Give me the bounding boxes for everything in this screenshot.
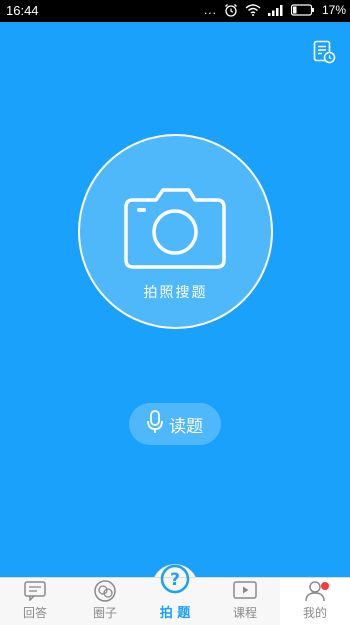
tab-me[interactable]: 我的 (280, 578, 350, 625)
tab-circle[interactable]: 圈子 (70, 578, 140, 625)
battery-icon (290, 4, 315, 16)
tab-me-label: 我的 (302, 606, 327, 620)
alarm-icon (224, 3, 238, 17)
circle-community-icon (93, 580, 117, 602)
signal-icon (267, 4, 284, 16)
battery-percent: 17% (321, 3, 346, 17)
chat-icon (23, 580, 47, 602)
read-question-button[interactable]: 读题 (129, 403, 221, 445)
notification-badge (321, 582, 329, 590)
tab-photo-question[interactable]: ? 拍 题 (140, 564, 210, 625)
question-icon: ? (160, 564, 190, 594)
read-question-label: 读题 (169, 416, 203, 437)
video-play-icon (233, 580, 257, 602)
tab-course[interactable]: 课程 (210, 578, 280, 625)
status-time: 16:44 (6, 3, 39, 18)
tab-circle-label: 圈子 (92, 606, 117, 620)
tab-photo-question-label: 拍 题 (159, 606, 191, 621)
photo-search-button[interactable]: 拍照搜题 (78, 134, 273, 329)
microphone-icon (147, 410, 163, 438)
status-bar: 16:44 ... 17% (0, 0, 350, 22)
history-list-icon[interactable] (312, 40, 336, 64)
svg-text:?: ? (170, 570, 180, 590)
bottom-tab-bar: 回答 圈子 ? 拍 题 课程 我的 (0, 564, 350, 625)
camera-icon (123, 184, 227, 274)
tab-answer[interactable]: 回答 (0, 578, 70, 625)
status-dots: ... (203, 3, 217, 17)
status-icons: ... 17% (204, 3, 346, 17)
wifi-icon (245, 4, 261, 16)
tab-answer-label: 回答 (22, 606, 47, 620)
photo-search-label: 拍照搜题 (143, 285, 208, 301)
tab-course-label: 课程 (232, 606, 257, 620)
main-area: 拍照搜题 读题 (0, 22, 350, 577)
